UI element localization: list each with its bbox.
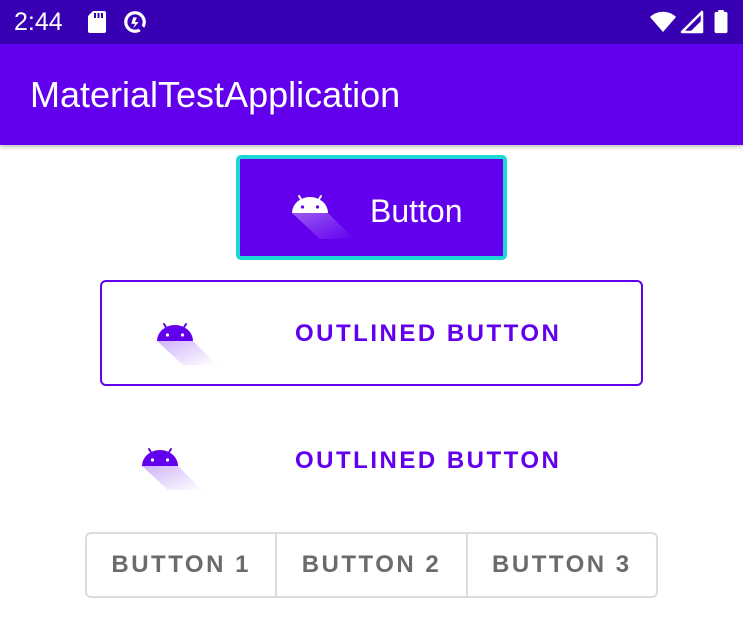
outlined-button-label: OUTLINED BUTTON [295, 320, 562, 347]
android-icon [142, 448, 202, 490]
android-icon [292, 195, 354, 239]
app-bar: MaterialTestApplication [0, 44, 743, 145]
sd-card-icon [88, 11, 106, 33]
status-time: 2:44 [14, 8, 63, 36]
app-title: MaterialTestApplication [30, 74, 401, 115]
toggle-button-1[interactable]: BUTTON 1 [87, 534, 278, 596]
wifi-icon [650, 11, 676, 32]
android-icon [157, 323, 217, 365]
signal-icon [680, 10, 704, 34]
text-button[interactable]: OUTLINED BUTTON [100, 410, 643, 510]
text-button-label: OUTLINED BUTTON [295, 447, 562, 474]
filled-button[interactable]: Button [236, 155, 507, 260]
toggle-button-label: BUTTON 2 [301, 551, 442, 578]
toggle-button-2[interactable]: BUTTON 2 [277, 534, 468, 596]
battery-icon [714, 10, 728, 34]
toggle-button-group: BUTTON 1 BUTTON 2 BUTTON 3 [85, 532, 658, 598]
toggle-button-3[interactable]: BUTTON 3 [468, 534, 656, 596]
filled-button-label: Button [370, 193, 463, 229]
toggle-button-label: BUTTON 3 [492, 551, 632, 578]
toggle-button-label: BUTTON 1 [111, 551, 251, 578]
outlined-button[interactable]: OUTLINED BUTTON [100, 280, 643, 386]
status-bar: 2:44 [0, 0, 743, 44]
data-saver-icon [124, 11, 146, 33]
